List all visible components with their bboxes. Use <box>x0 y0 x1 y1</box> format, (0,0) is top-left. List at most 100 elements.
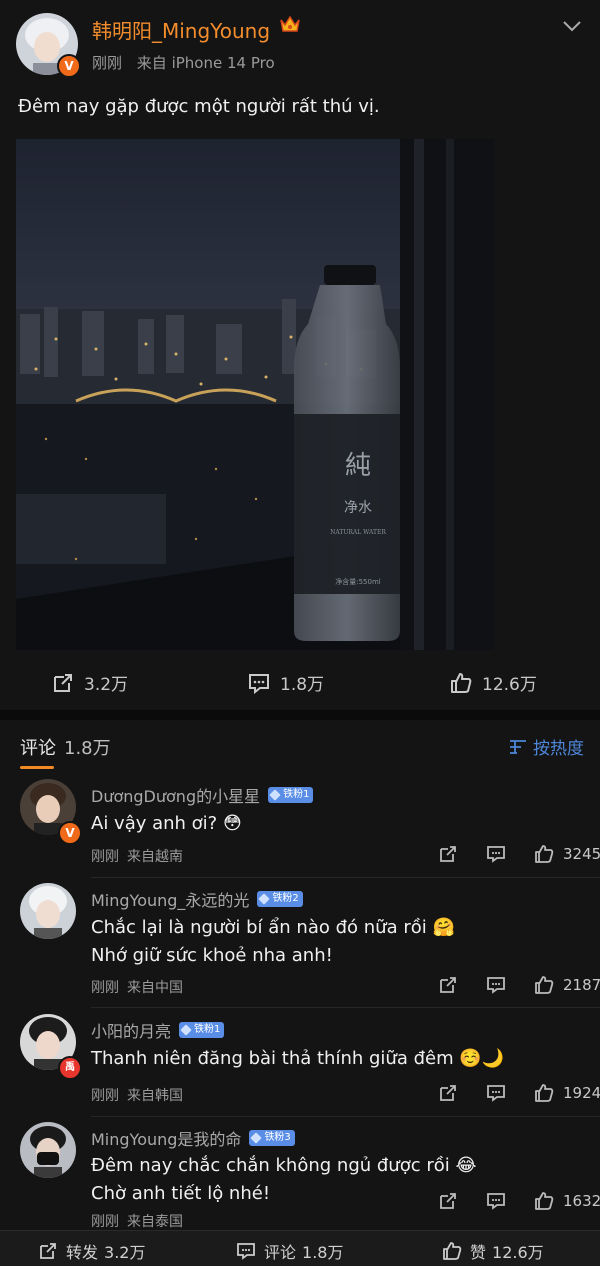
comment-item: MingYoung是我的命 铁粉3 Đêm nay chắc chắn khôn… <box>0 1122 600 1230</box>
crown-icon <box>279 14 301 39</box>
commenter-avatar[interactable] <box>20 883 76 939</box>
comment-button[interactable]: 评论 1.8万 <box>236 1239 343 1263</box>
repost-count: 3.2万 <box>104 1243 146 1262</box>
thumbs-up-icon[interactable] <box>534 975 554 995</box>
comment-count: 1.8万 <box>280 675 325 695</box>
comment-text: Thanh niên đăng bài thả thính giữa đêm ☺… <box>91 1045 504 1073</box>
fan-badge: 铁粉2 <box>257 891 303 907</box>
share-icon[interactable] <box>438 844 458 864</box>
reply-icon[interactable] <box>486 844 506 864</box>
comment-time: 刚刚 <box>91 849 119 865</box>
comment-count: 1.8万 <box>302 1243 344 1262</box>
sort-button[interactable]: 按热度 <box>509 734 584 759</box>
repost-button[interactable]: 转发 3.2万 <box>38 1239 145 1263</box>
comment-text: Ai vậy anh ơi? 😳 <box>91 810 242 838</box>
reply-icon[interactable] <box>486 1083 506 1103</box>
verified-badge-icon: V <box>58 821 82 845</box>
comment-location: 来自越南 <box>127 849 183 865</box>
comment-actions: 2187 <box>438 975 600 995</box>
comments-header: 评论 1.8万 按热度 <box>0 720 600 772</box>
diamond-icon <box>269 789 281 801</box>
thumbs-up-icon[interactable] <box>534 844 554 864</box>
fan-badge-text: 铁粉2 <box>272 893 299 904</box>
like-count: 12.6万 <box>492 1243 544 1262</box>
post-stats: 3.2万 1.8万 12.6万 <box>0 660 600 710</box>
fan-badge-text: 铁粉1 <box>283 789 310 800</box>
repost-icon <box>40 1243 56 1259</box>
comment-line: Ai vậy anh ơi? 😳 <box>91 813 242 834</box>
comment-like-count: 2187 <box>563 976 600 994</box>
thumbs-up-icon[interactable] <box>534 1191 554 1211</box>
fan-badge: 铁粉1 <box>179 1022 225 1038</box>
share-icon[interactable] <box>438 1083 458 1103</box>
comment-like-count: 1632 <box>563 1192 600 1210</box>
fan-badge: 铁粉3 <box>249 1130 295 1146</box>
comment-divider <box>91 1007 600 1008</box>
commenter-name-text: MingYoung_永远的光 <box>91 891 250 910</box>
comment-line: Nhớ giữ sức khoẻ nha anh! <box>91 945 333 966</box>
fan-badge-text: 铁粉1 <box>194 1024 221 1035</box>
share-icon[interactable] <box>438 975 458 995</box>
reply-icon[interactable] <box>486 975 506 995</box>
comment-item: 禹 小阳的月亮 铁粉1 Thanh niên đăng bài thả thín… <box>0 1014 600 1117</box>
reply-icon[interactable] <box>486 1191 506 1211</box>
sort-lines-icon <box>510 739 526 754</box>
thumbs-up-icon <box>451 672 472 693</box>
commenter-name-text: MingYoung是我的命 <box>91 1130 242 1149</box>
commenter-name[interactable]: MingYoung是我的命 铁粉3 <box>91 1126 295 1150</box>
bottle-volume-text: 净含量:550ml <box>335 577 381 586</box>
comments-total: 1.8万 <box>64 738 111 759</box>
commenter-name[interactable]: MingYoung_永远的光 铁粉2 <box>91 887 303 911</box>
author-name[interactable]: 韩明阳_MingYoung <box>92 15 270 44</box>
comment-meta: 刚刚 来自韩国 <box>91 1085 191 1105</box>
commenter-avatar[interactable] <box>20 1122 76 1178</box>
comment-actions: 1924 <box>438 1083 600 1103</box>
comment-line: Thanh niên đăng bài thả thính giữa đêm ☺… <box>91 1048 505 1069</box>
post-photo[interactable]: 純 净水 NATURAL WATER 净含量:550ml <box>16 139 494 650</box>
comment-text: Chắc lại là người bí ẩn nào đó nữa rồi 🤗… <box>91 914 455 970</box>
comment-meta: 刚刚 来自越南 <box>91 846 191 866</box>
comment-item: MingYoung_永远的光 铁粉2 Chắc lại là người bí … <box>0 883 600 1008</box>
comment-meta: 刚刚 来自泰国 <box>91 1211 191 1231</box>
repost-stat[interactable]: 3.2万 <box>52 670 128 695</box>
chevron-down-icon[interactable] <box>560 16 584 36</box>
commenter-name[interactable]: 小阳的月亮 铁粉1 <box>91 1018 225 1042</box>
share-icon[interactable] <box>438 1191 458 1211</box>
comment-like-count: 1924 <box>563 1084 600 1102</box>
comment-location: 来自中国 <box>127 980 183 996</box>
comment-actions: 1632 <box>438 1191 600 1211</box>
post-text: Đêm nay gặp được một người rất thú vị. <box>18 96 380 117</box>
comment-meta: 刚刚 来自中国 <box>91 977 191 997</box>
comment-stat[interactable]: 1.8万 <box>248 670 324 695</box>
diamond-icon <box>258 893 271 905</box>
commenter-name-text: DươngDương的小星星 <box>91 787 261 806</box>
like-button[interactable]: 赞 12.6万 <box>442 1239 544 1263</box>
repost-icon <box>54 673 72 692</box>
comment-time: 刚刚 <box>91 980 119 996</box>
thumbs-up-icon[interactable] <box>534 1083 554 1103</box>
repost-label: 转发 <box>66 1243 99 1262</box>
comment-text: Đêm nay chắc chắn không ngủ được rồi 😂 C… <box>91 1152 477 1208</box>
comment-icon <box>237 1243 255 1260</box>
sort-label: 按热度 <box>533 739 584 759</box>
commenter-name[interactable]: DươngDương的小星星 铁粉1 <box>91 783 314 807</box>
comment-location: 来自泰国 <box>127 1214 183 1230</box>
comments-tab[interactable]: 评论 1.8万 <box>20 734 111 760</box>
diamond-icon <box>180 1024 192 1036</box>
commenter-name-text: 小阳的月亮 <box>91 1022 172 1041</box>
section-divider <box>0 710 600 720</box>
comment-time: 刚刚 <box>91 1214 119 1230</box>
like-label: 赞 <box>470 1243 487 1262</box>
bottle-sub-text: 净水 <box>344 500 372 516</box>
fan-badge: 铁粉1 <box>268 787 314 803</box>
like-stat[interactable]: 12.6万 <box>450 670 537 695</box>
thumbs-up-icon <box>443 1242 462 1260</box>
post-source: 来自 iPhone 14 Pro <box>136 54 275 72</box>
comment-icon <box>249 673 269 694</box>
tab-underline <box>20 766 54 769</box>
comment-item: V DươngDương的小星星 铁粉1 Ai vậy anh ơi? 😳 刚刚… <box>0 779 600 879</box>
comment-divider <box>91 877 600 878</box>
comment-like-count: 3245 <box>563 845 600 863</box>
like-count: 12.6万 <box>482 675 537 695</box>
post-time: 刚刚 <box>92 54 123 72</box>
